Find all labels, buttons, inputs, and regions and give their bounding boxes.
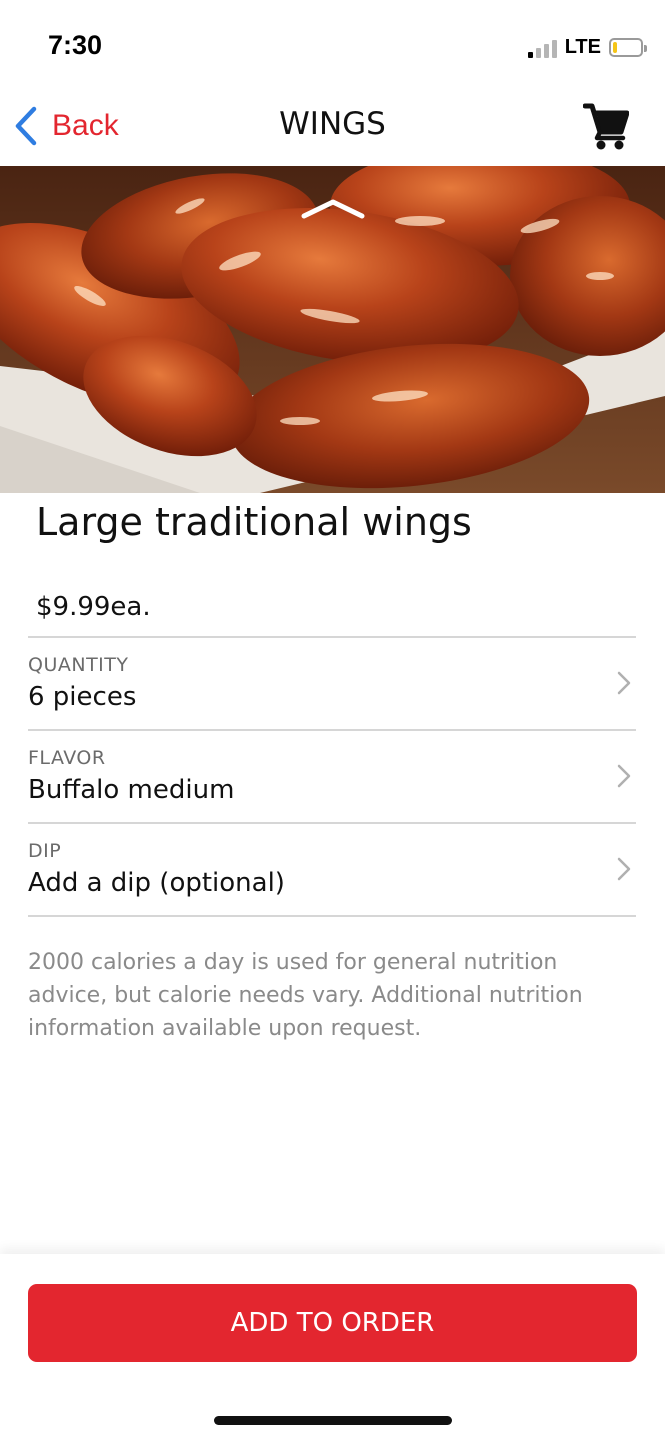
option-row-quantity[interactable]: QUANTITY 6 pieces [28, 638, 636, 731]
signal-strength-icon [527, 38, 557, 58]
option-row-flavor[interactable]: FLAVOR Buffalo medium [28, 731, 636, 824]
product-title: Large traditional wings [36, 500, 472, 544]
network-type: LTE [564, 36, 601, 58]
navigation-bar: Back WINGS [0, 96, 665, 166]
option-value: Add a dip (optional) [28, 868, 285, 898]
cart-button[interactable] [582, 102, 630, 150]
option-label: QUANTITY [28, 654, 129, 676]
battery-icon [609, 38, 647, 57]
chevron-right-icon [617, 857, 631, 881]
signal-bar [527, 51, 533, 58]
option-row-dip[interactable]: DIP Add a dip (optional) [28, 824, 636, 917]
chevron-right-icon [617, 671, 631, 695]
signal-bar [535, 47, 541, 58]
option-value: 6 pieces [28, 682, 137, 712]
status-bar: 7:30 LTE [0, 0, 665, 96]
status-time: 7:30 [48, 30, 103, 60]
option-label: FLAVOR [28, 747, 106, 769]
status-indicators: LTE [527, 36, 647, 59]
add-to-order-button[interactable]: ADD TO ORDER [28, 1284, 637, 1362]
page-title: WINGS [279, 106, 386, 142]
price-row: $9.99ea. [28, 576, 636, 638]
chevron-up-icon[interactable] [300, 196, 366, 222]
shopping-cart-icon [582, 103, 630, 150]
battery-level-fill [613, 42, 617, 53]
product-price: $9.99ea. [36, 592, 151, 622]
chevron-right-icon [617, 764, 631, 788]
add-to-order-label: ADD TO ORDER [230, 1308, 435, 1338]
battery-tip [644, 45, 647, 52]
home-indicator[interactable] [214, 1416, 452, 1425]
product-image [0, 166, 665, 493]
signal-bar [551, 39, 557, 58]
nutrition-disclaimer: 2000 calories a day is used for general … [28, 950, 583, 1041]
signal-bar [543, 43, 549, 58]
option-label: DIP [28, 840, 62, 862]
bottom-action-bar: ADD TO ORDER [0, 1254, 665, 1440]
option-value: Buffalo medium [28, 775, 235, 805]
